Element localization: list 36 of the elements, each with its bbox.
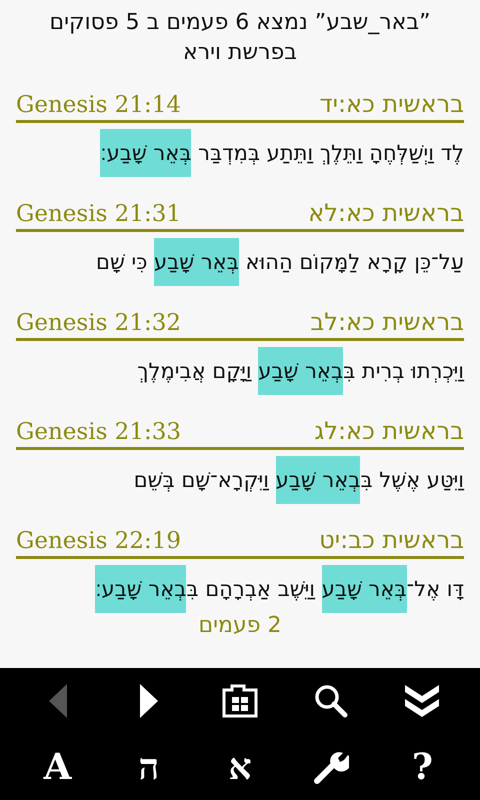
- verse-text: וַיֵּשֶׁב אַבְרָהָם בִּ: [186, 577, 316, 601]
- verse-text: וַיִּקְרָא־שָׁם בְּשֵׁם: [134, 468, 270, 492]
- highlighted-match: בְאֵר שָׁבַע: [258, 347, 344, 395]
- verse-reference-hebrew[interactable]: בראשית כב:יט: [319, 526, 464, 554]
- verse-text: לֶד וַיְשַׁלְּחֶהָ וַתֵּלֶךְ וַתֵּתַע בְּמִדְבַּר: [197, 141, 464, 165]
- highlighted-match: בְּאֵר שָׁבַע׃: [100, 129, 192, 177]
- results-title: ”באר_שבע” נמצא 6 פעמים ב 5 פסוקים בפרשת וירא: [48, 9, 432, 67]
- verse-text: וַיָּקָם אֲבִימֶלֶךְ: [137, 359, 253, 383]
- left-triangle-icon: [48, 684, 67, 718]
- letter-button[interactable]: A: [28, 742, 88, 792]
- verse-reference[interactable]: Genesis 21:14: [16, 92, 181, 118]
- verse-text: עַל־כֵּן קָרָא לַמָּקוֹם הַהוּא: [244, 250, 464, 274]
- highlighted-match: בְּאֵר שָׁבַע: [322, 565, 407, 613]
- letter-button[interactable]: ה: [119, 742, 178, 792]
- right-triangle-icon: [140, 684, 158, 718]
- verse-text: דָּו אֶל־: [406, 577, 464, 601]
- search-icon: [314, 684, 348, 718]
- verse-text: כִּי שָׁם: [96, 250, 148, 274]
- highlighted-match: בְּאֵר שָׁבַע: [154, 238, 239, 286]
- letter-button[interactable]: א: [210, 742, 270, 792]
- verse-text: וַיִּכְרְתוּ בְרִית בִּ: [343, 359, 464, 383]
- verse-reference[interactable]: Genesis 21:33: [16, 419, 181, 445]
- verse-reference[interactable]: Genesis 21:31: [16, 201, 181, 227]
- wrench-icon: [313, 749, 350, 785]
- verse-text: וַיִּטַּע אֶשֶׁל בִּ: [360, 468, 464, 492]
- verse-reference-hebrew[interactable]: בראשית כא:לב: [310, 308, 464, 336]
- highlighted-match: בְאֵר שָׁבַע: [276, 456, 360, 504]
- verse-reference-hebrew[interactable]: בראשית כא:לג: [314, 417, 464, 445]
- grid-folder-icon: [222, 684, 258, 718]
- verse-reference[interactable]: Genesis 21:32: [16, 310, 181, 336]
- verse-reference-hebrew[interactable]: בראשית כא:לא: [308, 199, 464, 227]
- verse-reference[interactable]: Genesis 22:19: [16, 528, 181, 554]
- match-count: 2 פעמים: [198, 613, 282, 639]
- highlighted-match: בְאֵר שָׁבַע׃: [95, 565, 186, 613]
- verse-reference-hebrew[interactable]: בראשית כא:יד: [319, 90, 464, 118]
- letter-button[interactable]: ?: [392, 742, 452, 792]
